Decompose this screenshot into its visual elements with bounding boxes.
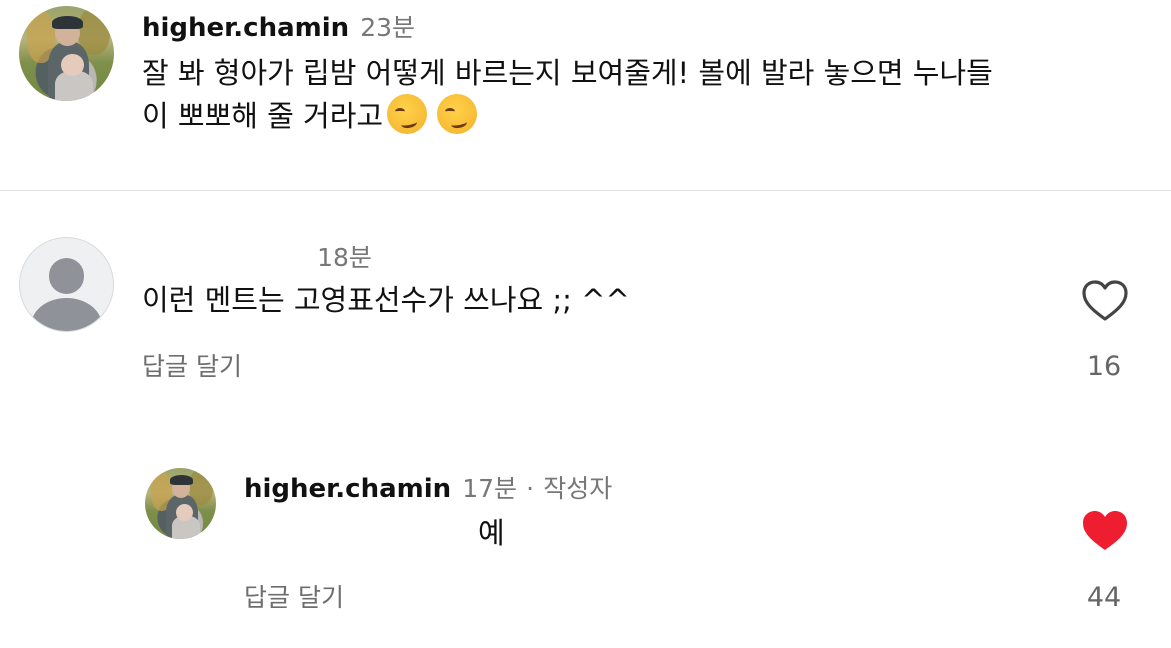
comment-avatar-default[interactable] (19, 237, 114, 332)
reply-author-avatar[interactable] (145, 468, 216, 539)
reply-time: 17분 (462, 474, 518, 503)
reply-text-content: 예 (478, 516, 505, 550)
author-badge: 작성자 (543, 474, 613, 503)
reply-text: 예 (244, 513, 505, 554)
heart-filled-icon (1083, 511, 1127, 550)
heart-outline-icon (1082, 280, 1128, 321)
reply-button[interactable]: 답글 달기 (244, 578, 344, 614)
post-header: higher.chamin 23분 (142, 8, 415, 44)
smirking-face-emoji-icon (387, 94, 428, 134)
post-time: 23분 (360, 13, 416, 42)
post-text-line1: 잘 봐 형아가 립밤 어떻게 바르는지 보여줄게! 볼에 발라 놓으면 누나들 (142, 56, 993, 90)
reply-username[interactable]: higher.chamin (244, 474, 451, 504)
meta-separator: · (526, 474, 535, 503)
like-button-liked[interactable] (1081, 509, 1129, 553)
comment-time: 18분 (317, 243, 372, 272)
like-count: 44 (1086, 582, 1122, 613)
comment-header: 18분 (142, 238, 372, 274)
like-count: 16 (1086, 351, 1122, 382)
post-text: 잘 봐 형아가 립밤 어떻게 바르는지 보여줄게! 볼에 발라 놓으면 누나들 … (142, 53, 1142, 137)
comment-text: 이런 멘트는 고영표선수가 쓰나요 ;; ^^ (142, 283, 630, 317)
reply-header: higher.chamin 17분 · 작성자 (244, 469, 612, 505)
smirking-face-emoji-icon (437, 94, 478, 134)
post-author-avatar[interactable] (19, 6, 114, 101)
section-divider (0, 190, 1171, 191)
like-button[interactable] (1081, 279, 1129, 323)
reply-button[interactable]: 답글 달기 (142, 347, 242, 383)
post-author-username[interactable]: higher.chamin (142, 13, 349, 43)
post-text-line2: 이 뽀뽀해 줄 거라고 (142, 99, 384, 133)
